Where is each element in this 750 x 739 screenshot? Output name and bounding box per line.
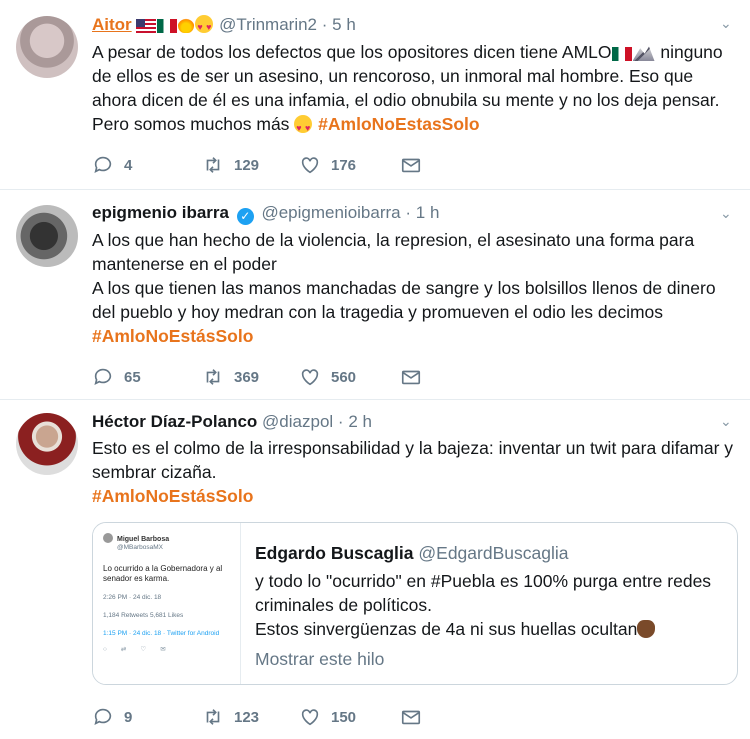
timestamp[interactable]: 1 h xyxy=(416,203,440,222)
separator-dot: · xyxy=(337,412,344,431)
chevron-down-icon[interactable]: ⌄ xyxy=(720,414,734,428)
tweet-text-part: A pesar de todos los defectos que los op… xyxy=(92,42,612,62)
reply-button[interactable]: 4 xyxy=(92,153,132,177)
retweet-count: 369 xyxy=(234,368,260,386)
quoted-text-line-2: Estos sinvergüenzas de 4a ni sus huellas… xyxy=(255,617,727,641)
tweet-1[interactable]: Aitor @Trinmarin2 · 5 h ⌄ A pesar de tod… xyxy=(0,0,750,190)
quoted-tweet-body: Edgardo Buscaglia @EdgardBuscaglia y tod… xyxy=(255,541,727,671)
reply-count: 65 xyxy=(124,368,141,386)
direct-message-button[interactable] xyxy=(400,705,422,729)
handle[interactable]: @Trinmarin2 xyxy=(219,15,317,34)
thumbs-down-icon xyxy=(637,620,656,638)
avatar[interactable] xyxy=(16,413,78,475)
tweet-text-line: A los que han hecho de la violencia, la … xyxy=(92,230,695,274)
mexico-flag-icon xyxy=(157,19,178,33)
hashtag-link[interactable]: #AmloNoEstásSolo xyxy=(92,324,736,348)
tweet-text: Esto es el colmo de la irresponsabilidad… xyxy=(92,436,736,508)
timestamp[interactable]: 5 h xyxy=(332,15,356,34)
reply-button[interactable]: 9 xyxy=(92,705,132,729)
fire-icon xyxy=(178,15,195,33)
mail-icon xyxy=(401,158,421,173)
mail-icon xyxy=(401,710,421,725)
tweet-header: Héctor Díaz-Polanco @diazpol · 2 h xyxy=(92,411,372,433)
thumbnail-name: Miguel Barbosa xyxy=(117,536,170,543)
handle[interactable]: @epigmenioibarra xyxy=(261,203,400,222)
avatar[interactable] xyxy=(16,205,78,267)
quoted-screenshot-thumbnail[interactable]: Miguel Barbosa @MBarbosaMX Lo ocurrido a… xyxy=(93,523,241,684)
tweet-text-line: A los que tienen las manos manchadas de … xyxy=(92,278,716,322)
retweet-button[interactable]: 369 xyxy=(202,365,259,389)
retweet-count: 123 xyxy=(234,708,260,726)
tweet-text: A los que han hecho de la violencia, la … xyxy=(92,228,736,348)
quoted-handle[interactable]: @EdgardBuscaglia xyxy=(418,543,568,563)
display-name[interactable]: Héctor Díaz-Polanco xyxy=(92,412,257,431)
thumbnail-text: Lo ocurrido a la Gobernadora y al senado… xyxy=(103,564,223,583)
quoted-text-line: y todo lo "ocurrido" en #Puebla es 100% … xyxy=(255,571,712,615)
timestamp[interactable]: 2 h xyxy=(348,412,372,431)
like-count: 150 xyxy=(331,708,357,726)
reply-count: 4 xyxy=(124,156,133,174)
quoted-text-part: Estos sinvergüenzas de 4a ni sus huellas… xyxy=(255,619,638,639)
reply-button[interactable]: 65 xyxy=(92,365,141,389)
retweet-icon xyxy=(206,157,220,173)
us-flag-icon xyxy=(136,19,157,33)
retweet-button[interactable]: 123 xyxy=(202,705,259,729)
like-button[interactable]: 560 xyxy=(299,365,356,389)
retweet-count: 129 xyxy=(234,156,260,174)
hashtag-link[interactable]: #AmloNoEstasSolo xyxy=(318,114,479,134)
reply-icon xyxy=(94,368,112,385)
tweet-text: A pesar de todos los defectos que los op… xyxy=(92,40,736,140)
thumbnail-source: 1:15 PM · 24 dic. 18 · Twitter for Andro… xyxy=(103,630,220,637)
chevron-down-icon[interactable]: ⌄ xyxy=(720,206,734,220)
display-name[interactable]: epigmenio ibarra xyxy=(92,203,229,222)
tweet-header: Aitor @Trinmarin2 · 5 h xyxy=(92,14,356,38)
tweet-header: epigmenio ibarra ✓ @epigmenioibarra · 1 … xyxy=(92,202,439,225)
avatar[interactable] xyxy=(16,16,78,78)
quoted-tweet-card[interactable]: Miguel Barbosa @MBarbosaMX Lo ocurrido a… xyxy=(92,522,738,685)
heart-icon xyxy=(301,709,319,726)
chevron-down-icon[interactable]: ⌄ xyxy=(720,16,734,30)
like-button[interactable]: 150 xyxy=(299,705,356,729)
like-count: 560 xyxy=(331,368,357,386)
thumbnail-action-icons: ○⇄♡✉ xyxy=(103,646,180,653)
direct-message-button[interactable] xyxy=(400,153,422,177)
reply-icon xyxy=(94,156,112,173)
direct-message-button[interactable] xyxy=(400,365,422,389)
reply-count: 9 xyxy=(124,708,133,726)
mexico-flag-icon xyxy=(611,47,632,61)
quoted-display-name[interactable]: Edgardo Buscaglia xyxy=(255,543,414,563)
heart-icon xyxy=(301,157,319,174)
separator-dot: · xyxy=(321,15,328,34)
mountain-icon xyxy=(632,46,655,61)
display-name[interactable]: Aitor xyxy=(92,15,132,34)
retweet-icon xyxy=(206,369,220,385)
retweet-icon xyxy=(206,709,220,725)
verified-badge-icon: ✓ xyxy=(236,208,254,225)
handle[interactable]: @diazpol xyxy=(262,412,333,431)
heart-icon xyxy=(301,369,319,386)
hashtag-link[interactable]: #AmloNoEstásSolo xyxy=(92,484,736,508)
thumbnail-avatar xyxy=(103,533,113,543)
thumbnail-handle: @MBarbosaMX xyxy=(117,544,163,551)
like-count: 176 xyxy=(331,156,357,174)
separator-dot: · xyxy=(405,203,412,222)
retweet-button[interactable]: 129 xyxy=(202,153,259,177)
like-button[interactable]: 176 xyxy=(299,153,356,177)
heart-eyes-icon xyxy=(294,115,313,140)
show-thread-link[interactable]: Mostrar este hilo xyxy=(255,647,727,671)
thumbnail-stats: 1,184 Retweets 5,681 Likes xyxy=(103,612,184,619)
mail-icon xyxy=(401,370,421,385)
tweet-text-line: Esto es el colmo de la irresponsabilidad… xyxy=(92,438,734,482)
heart-eyes-icon xyxy=(195,15,214,38)
reply-icon xyxy=(94,708,112,725)
thumbnail-time: 2:26 PM · 24 dic. 18 xyxy=(103,594,162,601)
